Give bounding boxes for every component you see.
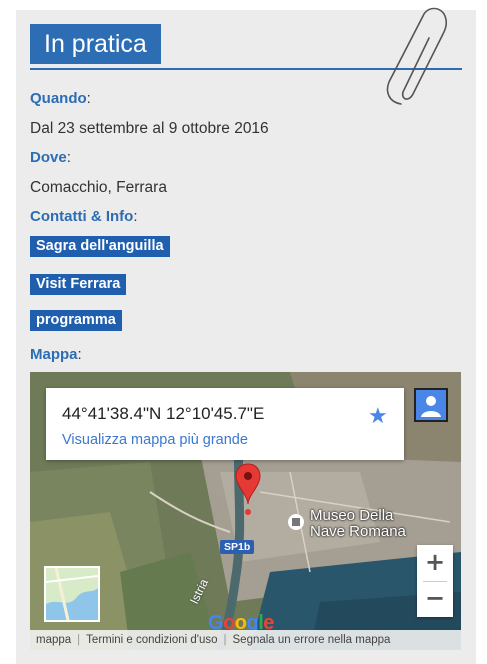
zoom-in-button[interactable]: + [417,545,453,581]
link-sagra-anguilla[interactable]: Sagra dell'anguilla [30,236,170,257]
map-label: Mappa: [30,346,82,363]
map-pin-icon[interactable] [234,462,262,518]
embedded-map[interactable]: 44°41'38.4"N 12°10'45.7"E Visualizza map… [30,372,461,650]
road-badge: SP1b [220,540,255,554]
when-value: Dal 23 settembre al 9 ottobre 2016 [30,120,269,137]
paperclip-icon [386,7,448,105]
footer-terms-link[interactable]: Termini e condizioni d'uso [80,634,223,646]
map-thumbnail-icon[interactable] [44,566,100,622]
person-icon[interactable] [414,388,448,422]
link-programma[interactable]: programma [30,310,122,331]
star-icon[interactable]: ★ [368,405,388,427]
footer-report-error-link[interactable]: Segnala un errore nella mappa [227,634,397,646]
poi-marker[interactable]: Museo Della Nave Romana [288,508,430,540]
footer-map-data[interactable]: mappa [30,634,77,646]
when-label: Quando: [30,90,91,107]
zoom-out-button[interactable]: − [417,581,453,617]
contacts-label: Contatti & Info: [30,208,138,225]
map-coordinates: 44°41'38.4"N 12°10'45.7"E [62,404,265,423]
where-value: Comacchio, Ferrara [30,179,167,196]
link-visit-ferrara[interactable]: Visit Ferrara [30,274,127,295]
view-larger-map-link[interactable]: Visualizza mappa più grande [62,432,248,448]
section-title: In pratica [30,24,161,64]
map-footer: mappa | Termini e condizioni d'uso | Segnala… [30,630,461,650]
map-info-box: 44°41'38.4"N 12°10'45.7"E Visualizza map… [46,388,404,460]
poi-name: Museo Della Nave Romana [310,507,406,540]
where-label: Dove: [30,149,71,166]
info-panel: In pratica Quando: Dal 23 settembre al 9… [16,7,476,664]
museum-icon [288,514,304,530]
zoom-control: + − [417,545,453,617]
